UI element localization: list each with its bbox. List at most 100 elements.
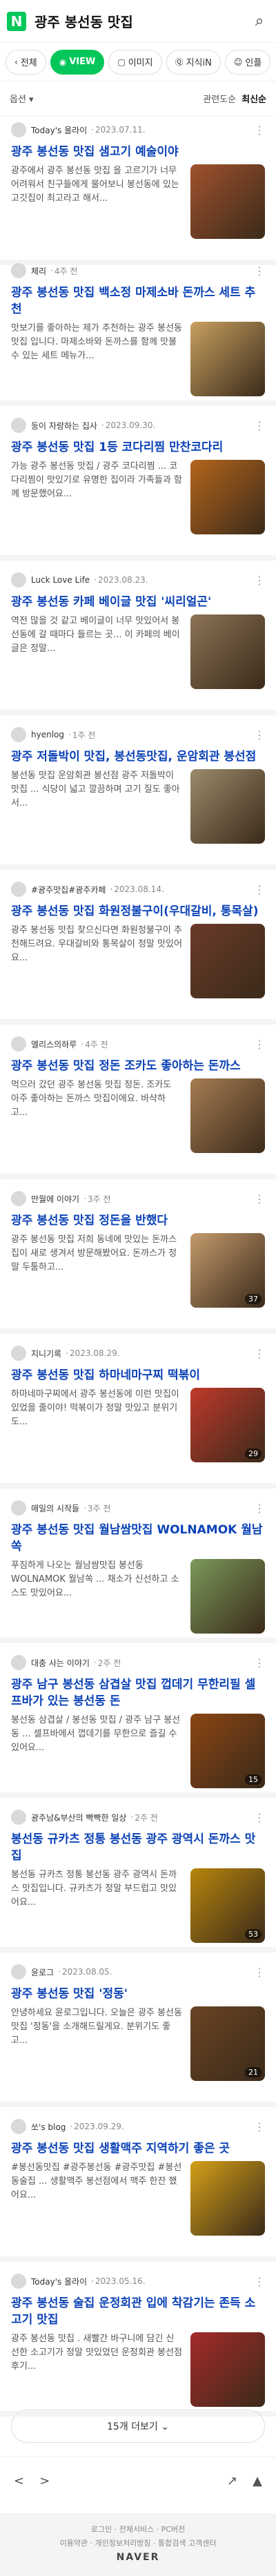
post-snippet[interactable]: 맛보기를 좋아하는 제가 추천하는 광주 봉선동 맛집 입니다. 마제소바와 돈…: [11, 322, 182, 396]
post-snippet[interactable]: 역전 많을 것 같고 베이글이 너무 맛있어서 봉선동에 갈 때마다 들르는 곳…: [11, 614, 182, 689]
post-author[interactable]: 매일의 시작들: [31, 1502, 79, 1514]
post-snippet[interactable]: 봉선동 맛집 운암회관 봉선점 광주 저돌박이 맛집 ... 식당이 넓고 깔끔…: [11, 769, 182, 844]
search-input[interactable]: 광주 봉선동 맛집: [34, 11, 250, 31]
camera-icon[interactable]: ⌕: [250, 12, 269, 31]
list-item[interactable]: 매일의 시작들 · 3주 전 ⋮ 광주 봉선동 맛집 월남쌈맛집 WOLNAMO…: [0, 1494, 276, 1643]
more-icon[interactable]: ⋮: [254, 728, 265, 742]
list-item[interactable]: 광주남&부산의 빡빡한 일상 · 2주 전 ⋮ 봉선동 규카츠 정통 봉선동 광…: [0, 1803, 276, 1953]
post-author[interactable]: hyenlog: [31, 730, 64, 739]
post-thumbnail[interactable]: [190, 769, 265, 844]
post-author[interactable]: 대충 사는 이야기: [31, 1657, 90, 1669]
footer-links-primary[interactable]: 로그인 · 전체서비스 · PC버전: [0, 2523, 276, 2537]
post-snippet[interactable]: 광주 봉선동 맛집 . 새빨간 바구니에 담긴 신선한 소고기가 정말 맛있었던…: [11, 2332, 182, 2407]
post-author[interactable]: 윤로그: [31, 1966, 54, 1978]
post-thumbnail[interactable]: [190, 2161, 265, 2236]
post-title[interactable]: 광주 봉선동 카페 베이글 맛집 '씨리얼곤': [11, 594, 265, 610]
list-item[interactable]: 지니기록 · 2023.08.29. ⋮ 광주 봉선동 맛집 하마네마구찌 떡볶…: [0, 1339, 276, 1489]
more-icon[interactable]: ⋮: [254, 883, 265, 896]
more-icon[interactable]: ⋮: [254, 2120, 265, 2133]
post-author[interactable]: 둥이 자랑하는 집사: [31, 420, 97, 432]
avatar[interactable]: [11, 122, 26, 137]
post-author[interactable]: Today's 올라이: [31, 2276, 87, 2287]
scroll-top-icon[interactable]: ▲: [253, 2474, 262, 2488]
avatar[interactable]: [11, 882, 26, 897]
more-icon[interactable]: ⋮: [254, 1347, 265, 1360]
post-title[interactable]: 광주 봉선동 맛집 정돈을 반했다: [11, 1212, 265, 1229]
post-title[interactable]: 광주 봉선동 맛집 월남쌈맛집 WOLNAMOK 월남쏙: [11, 1522, 265, 1555]
list-item[interactable]: Luck Love Life · 2023.08.23. ⋮ 광주 봉선동 카페…: [0, 566, 276, 715]
options-toggle[interactable]: 옵션 ▾: [10, 92, 203, 105]
list-item[interactable]: 둥이 자랑하는 집사 · 2023.09.30. ⋮ 광주 봉선동 맛집 1등 …: [0, 411, 276, 561]
avatar[interactable]: [11, 1036, 26, 1052]
post-author[interactable]: 체리: [31, 265, 46, 277]
post-snippet[interactable]: 봉선동 규카츠 정통 봉선동 광주 광역시 돈까스 맛집입니다. 규카츠가 정말…: [11, 1868, 182, 1943]
avatar[interactable]: [11, 2119, 26, 2134]
forward-icon[interactable]: >: [39, 2474, 50, 2488]
post-thumbnail[interactable]: 37: [190, 1233, 265, 1308]
more-icon[interactable]: ⋮: [254, 264, 265, 278]
post-title[interactable]: 광주 봉선동 맛집 생활맥주 지역하기 좋은 곳: [11, 2140, 265, 2157]
post-thumbnail[interactable]: [190, 322, 265, 396]
post-snippet[interactable]: #봉선동맛집 #광주봉선동 #광주맛집 #봉선동술집 ... 생활맥주 봉선점에…: [11, 2161, 182, 2236]
post-snippet[interactable]: 가능 광주 봉선동 맛집 / 광주 코다리찜 ... 코다리찜이 맛있기로 유명…: [11, 460, 182, 534]
more-icon[interactable]: ⋮: [254, 1038, 265, 1051]
post-author[interactable]: #광주맛집#광주카페: [31, 884, 106, 895]
post-snippet[interactable]: 하마네마구찌에서 광주 봉선동에 이런 맛집이 있었을 줄이야! 떡볶이가 정말…: [11, 1388, 182, 1462]
post-thumbnail[interactable]: [190, 1559, 265, 1634]
avatar[interactable]: [11, 1346, 26, 1361]
list-item[interactable]: 쏘's blog · 2023.09.29. ⋮ 광주 봉선동 맛집 생활맥주 …: [0, 2113, 276, 2262]
share-icon[interactable]: ↗: [227, 2474, 237, 2488]
post-thumbnail[interactable]: 29: [190, 1388, 265, 1462]
list-item[interactable]: Today's 올라이 · 2023.05.16. ⋮ 광주 봉선동 술집 운정…: [0, 2267, 276, 2417]
avatar[interactable]: [11, 1500, 26, 1515]
list-item[interactable]: 윤로그 · 2023.08.05. ⋮ 광주 봉선동 맛집 '정동' 안녕하세요…: [0, 1958, 276, 2107]
post-thumbnail[interactable]: 15: [190, 1714, 265, 1788]
post-thumbnail[interactable]: [190, 460, 265, 534]
post-thumbnail[interactable]: 21: [190, 2006, 265, 2081]
post-title[interactable]: 광주 봉선동 술집 운정회관 입에 착감기는 존득 소고기 맛집: [11, 2295, 265, 2328]
post-title[interactable]: 광주 봉선동 맛집 '정동': [11, 1986, 265, 2002]
list-item[interactable]: 엘리스의하루 · 4주 전 ⋮ 광주 봉선동 맛집 정돈 조카도 좋아하는 돈까…: [0, 1030, 276, 1179]
avatar[interactable]: [11, 1810, 26, 1825]
post-author[interactable]: 만월에 이야기: [31, 1193, 79, 1205]
post-snippet[interactable]: 봉선동 삼겹살 / 봉선동 맛집 / 광주 남구 봉선동 ... 셀프바에서 껍…: [11, 1714, 182, 1788]
post-author[interactable]: 쏘's blog: [31, 2121, 66, 2133]
list-item[interactable]: 체리 · 4주 전 ⋮ 광주 봉선동 맛집 백소정 마제소바 돈까스 세트 추천…: [0, 257, 276, 406]
tab-image[interactable]: ▢ 이미지: [108, 49, 162, 75]
post-author[interactable]: Today's 올라이: [31, 124, 87, 136]
post-title[interactable]: 광주 봉선동 맛집 정돈 조카도 좋아하는 돈까스: [11, 1058, 265, 1074]
sort-relevance[interactable]: 관련도순: [203, 92, 236, 105]
more-icon[interactable]: ⋮: [254, 574, 265, 587]
post-thumbnail[interactable]: [190, 614, 265, 689]
more-icon[interactable]: ⋮: [254, 124, 265, 137]
list-item[interactable]: 만월에 이야기 · 3주 전 ⋮ 광주 봉선동 맛집 정돈을 반했다 광주 봉선…: [0, 1185, 276, 1334]
post-snippet[interactable]: 광주에서 광주 봉선동 맛집 을 고르기가 너무 어려워서 친구들에게 물어보니…: [11, 164, 182, 239]
back-icon[interactable]: <: [14, 2474, 24, 2488]
footer-links-secondary[interactable]: 이용약관 · 개인정보처리방침 · 통합검색 고객센터: [0, 2537, 276, 2550]
post-title[interactable]: 광주 봉선동 맛집 샘고기 예술이야: [11, 144, 265, 160]
post-snippet[interactable]: 푸짐하게 나오는 월남쌈맛집 봉선동 WOLNAMOK 월남쏙 ... 채소가 …: [11, 1559, 182, 1634]
post-snippet[interactable]: 광주 봉선동 맛집 찾으신다면 화원정불구이 추천해드려요. 우대갈비와 통목살…: [11, 924, 182, 998]
post-author[interactable]: 엘리스의하루: [31, 1038, 77, 1050]
sort-latest[interactable]: 최신순: [241, 92, 266, 105]
tab-kin[interactable]: Ⓠ 지식iN: [166, 49, 221, 75]
avatar[interactable]: [11, 727, 26, 742]
list-item[interactable]: #광주맛집#광주카페 · 2023.08.14. ⋮ 광주 봉선동 맛집 화원정…: [0, 875, 276, 1025]
naver-logo[interactable]: N: [7, 11, 26, 31]
more-icon[interactable]: ⋮: [254, 1656, 265, 1669]
post-author[interactable]: Luck Love Life: [31, 575, 90, 585]
more-icon[interactable]: ⋮: [254, 1192, 265, 1205]
post-title[interactable]: 광주 남구 봉선동 삼겹살 맛집 껍데기 무한리필 셀프바가 있는 봉선동 돈: [11, 1676, 265, 1710]
post-snippet[interactable]: 먹으러 갔던 광주 봉선동 맛집 정돈. 조카도 아주 좋아하는 돈까스 맛집이…: [11, 1078, 182, 1153]
more-icon[interactable]: ⋮: [254, 419, 265, 432]
avatar[interactable]: [11, 1655, 26, 1670]
more-icon[interactable]: ⋮: [254, 1811, 265, 1824]
avatar[interactable]: [11, 418, 26, 433]
avatar[interactable]: [11, 1191, 26, 1206]
more-button[interactable]: 15개 더보기 ⌄: [11, 2410, 265, 2443]
more-icon[interactable]: ⋮: [254, 2275, 265, 2288]
post-thumbnail[interactable]: [190, 924, 265, 998]
avatar[interactable]: [11, 1964, 26, 1979]
post-author[interactable]: 지니기록: [31, 1348, 61, 1359]
avatar[interactable]: [11, 263, 26, 278]
